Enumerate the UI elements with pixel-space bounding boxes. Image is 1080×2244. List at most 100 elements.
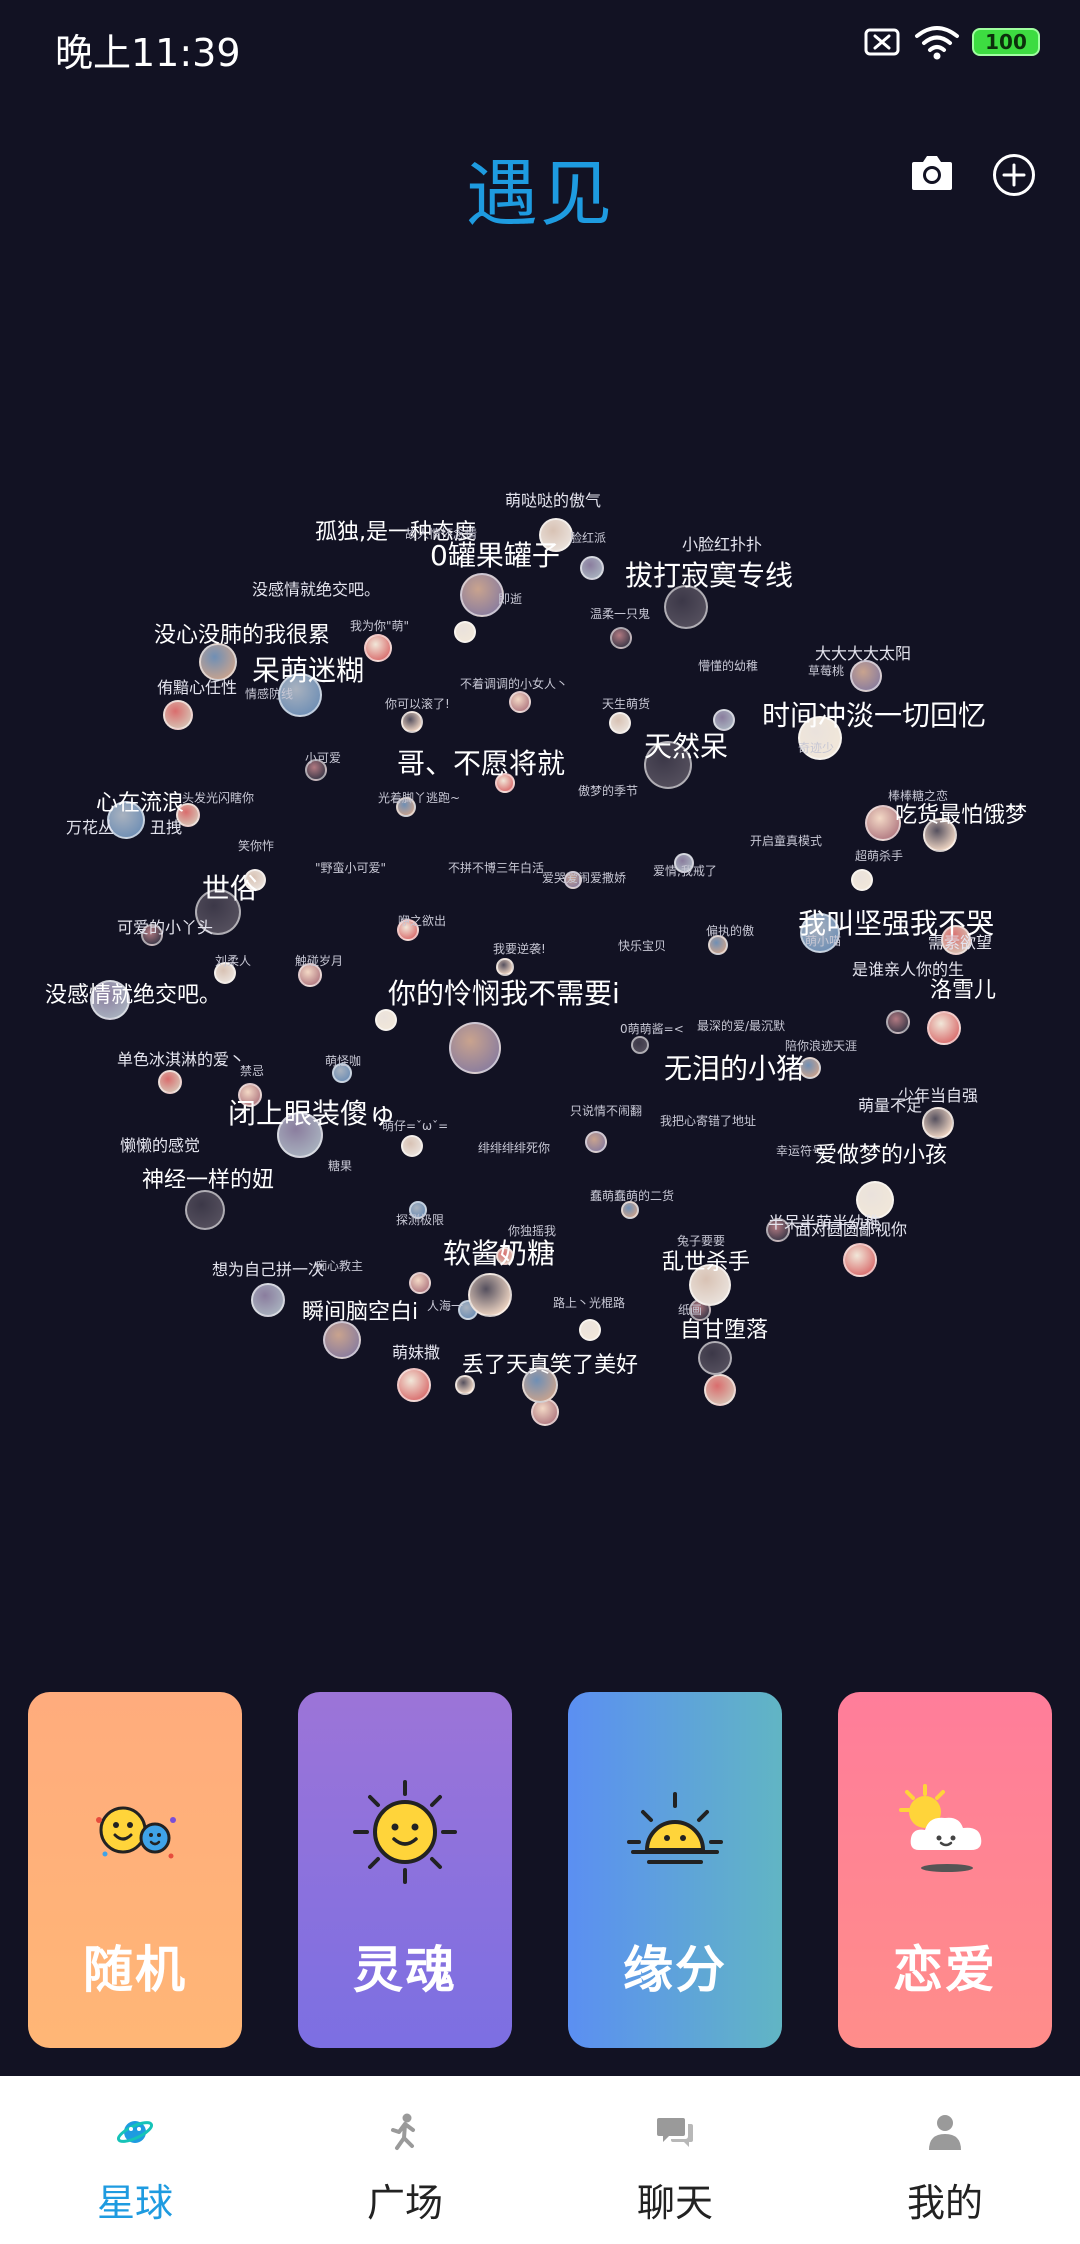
sphere-user-tag[interactable]: 瞬间脑空白i <box>302 1302 418 1324</box>
user-avatar[interactable] <box>496 958 514 976</box>
sphere-user-tag[interactable]: 丑拽 <box>150 820 182 836</box>
user-avatar[interactable] <box>397 1368 431 1402</box>
sphere-user-tag[interactable]: 笑你怍 <box>238 840 274 852</box>
sphere-user-tag[interactable]: 你可以滚了! <box>385 698 450 710</box>
sphere-user-tag[interactable]: 脸红派 <box>570 532 606 544</box>
nav-square[interactable]: 广场 <box>270 2076 540 2244</box>
sphere-user-tag[interactable]: 没感情就绝交吧。 <box>45 985 221 1007</box>
sphere-user-tag[interactable]: 想为自己拼一次 <box>212 1262 324 1278</box>
user-avatar[interactable] <box>631 1036 649 1054</box>
sphere-user-tag[interactable]: 需素欲望 <box>928 935 992 951</box>
sphere-user-tag[interactable]: 萌量不足 <box>858 1098 922 1114</box>
user-avatar[interactable] <box>850 660 882 692</box>
sphere-user-tag[interactable]: 时间冲淡一切回忆 <box>762 702 986 730</box>
sphere-user-tag[interactable]: 拔打寂寞专线 <box>625 562 793 590</box>
user-avatar[interactable] <box>323 1321 361 1359</box>
nav-chat[interactable]: 聊天 <box>540 2076 810 2244</box>
sphere-user-tag[interactable]: 只说情不闹翻 <box>570 1105 642 1117</box>
user-avatar[interactable] <box>251 1283 285 1317</box>
sphere-user-tag[interactable]: 蠢萌蠢萌的二货 <box>590 1190 674 1202</box>
random-match-card[interactable]: 随机 <box>28 1692 242 2048</box>
sphere-user-tag[interactable]: 触碰岁月 <box>295 955 343 967</box>
sphere-user-tag[interactable]: 草莓桃 <box>808 665 844 677</box>
sphere-user-tag[interactable]: 你的怜悯我不需要i <box>388 980 620 1008</box>
sphere-user-tag[interactable]: 傲梦的季节 <box>578 785 638 797</box>
sphere-user-tag[interactable]: 不着调调的小女人丶 <box>460 678 568 690</box>
sphere-user-tag[interactable]: 0罐果罐子 <box>430 542 560 570</box>
sphere-user-tag[interactable]: 丢了天真笑了美好 <box>462 1355 638 1377</box>
sphere-user-tag[interactable]: 萌小喵 <box>805 935 841 947</box>
sphere-user-tag[interactable]: 没心没肺的我很累 <box>154 625 330 647</box>
fate-match-card[interactable]: 缘分 <box>568 1692 782 2048</box>
sphere-user-tag[interactable]: 探测极限 <box>396 1214 444 1226</box>
sphere-user-tag[interactable]: 温柔一只鬼 <box>590 608 650 620</box>
user-avatar[interactable] <box>708 935 728 955</box>
sphere-user-tag[interactable]: 我把心寄错了地址 <box>660 1115 756 1127</box>
sphere-user-tag[interactable]: 萌仔=ˇωˇ= <box>382 1120 448 1132</box>
user-avatar[interactable] <box>199 643 237 681</box>
user-avatar[interactable] <box>401 1135 423 1157</box>
user-avatar[interactable] <box>158 1070 182 1094</box>
sphere-user-tag[interactable]: 洛雪儿 <box>930 980 996 1002</box>
nav-mine[interactable]: 我的 <box>810 2076 1080 2244</box>
sphere-user-tag[interactable]: 是谁亲人你的生 <box>852 962 964 978</box>
user-avatar[interactable] <box>922 1107 954 1139</box>
user-avatar[interactable] <box>704 1374 736 1406</box>
user-avatar[interactable] <box>454 621 476 643</box>
sphere-user-tag[interactable]: 兔子要要 <box>677 1235 725 1247</box>
user-avatar[interactable] <box>509 691 531 713</box>
sphere-user-tag[interactable]: 万花丛 <box>66 820 114 836</box>
sphere-user-tag[interactable]: 咿之欲出 <box>398 915 446 927</box>
user-avatar[interactable] <box>455 1375 475 1395</box>
sphere-user-tag[interactable]: 萌妹撒 <box>392 1345 440 1361</box>
sphere-user-tag[interactable]: 侑黯心任性 <box>157 680 237 696</box>
love-match-card[interactable]: 恋爱 <box>838 1692 1052 2048</box>
camera-icon[interactable] <box>910 152 954 192</box>
sphere-user-tag[interactable]: 禁忌 <box>240 1065 264 1077</box>
sphere-user-tag[interactable]: 开启童真模式 <box>750 835 822 847</box>
sphere-user-tag[interactable]: 自甘堕落 <box>680 1320 768 1342</box>
user-avatar[interactable] <box>927 1011 961 1045</box>
sphere-user-tag[interactable]: 人海一 <box>427 1300 463 1312</box>
sphere-user-tag[interactable]: 棒棒糖之恋 <box>888 790 948 802</box>
sphere-user-tag[interactable]: 我要逆袭! <box>493 943 546 955</box>
sphere-user-tag[interactable]: 天然呆 <box>644 733 728 761</box>
user-avatar[interactable] <box>621 1201 639 1219</box>
sphere-user-tag[interactable]: "野蛮小可爱" <box>315 862 386 874</box>
sphere-user-tag[interactable]: 绯绯绯绯死你 <box>478 1142 550 1154</box>
plus-circle-icon[interactable] <box>992 153 1036 197</box>
sphere-user-tag[interactable]: 不拼不博三年白活 <box>448 862 544 874</box>
user-avatar[interactable] <box>468 1273 512 1317</box>
sphere-user-tag[interactable]: 哥、不愿将就 <box>397 750 565 778</box>
sphere-user-tag[interactable]: 乱世杀手 <box>662 1252 750 1274</box>
sphere-user-tag[interactable]: 吃货最怕饿梦 <box>895 805 1027 827</box>
sphere-user-tag[interactable]: 你独摇我 <box>508 1225 556 1237</box>
sphere-user-tag[interactable]: 0萌萌酱=< <box>620 1023 684 1035</box>
user-avatar[interactable] <box>843 1243 877 1277</box>
sphere-user-tag[interactable]: 没感情就绝交吧。 <box>252 582 380 598</box>
user-avatar[interactable] <box>579 1319 601 1341</box>
sphere-user-tag[interactable]: 最深的爱/最沉默 <box>697 1020 785 1032</box>
sphere-user-tag[interactable]: 纸画 <box>678 1304 702 1316</box>
sphere-user-tag[interactable]: 偏执的傲 <box>706 925 754 937</box>
user-avatar[interactable] <box>185 1190 225 1230</box>
user-avatar[interactable] <box>713 709 735 731</box>
nav-planet[interactable]: 星球 <box>0 2076 270 2244</box>
sphere-user-tag[interactable]: 可爱的小丫头 <box>117 920 213 936</box>
user-sphere[interactable]: 萌哒哒的傲气 孤独,是一种态度 故人情怀念情 0罐果罐子 脸红派 小脸红扑扑 拔打寂寞专线没… <box>0 470 1080 1430</box>
user-avatar[interactable] <box>163 700 193 730</box>
user-avatar[interactable] <box>886 1010 910 1034</box>
sphere-user-tag[interactable]: 痴心教主 <box>315 1260 363 1272</box>
user-avatar[interactable] <box>449 1022 501 1074</box>
sphere-user-tag[interactable]: 光着脚丫逃跑~ <box>378 792 460 804</box>
sphere-user-tag[interactable]: 懒懒的感觉 <box>120 1138 200 1154</box>
sphere-user-tag[interactable]: 无泪的小猪 <box>664 1055 804 1083</box>
soul-match-card[interactable]: 灵魂 <box>298 1692 512 2048</box>
sphere-user-tag[interactable]: 情感防线 <box>245 688 293 700</box>
sphere-user-tag[interactable]: 天生萌货 <box>602 698 650 710</box>
sphere-user-tag[interactable]: 闭上眼装傻ゅ <box>228 1100 396 1128</box>
sphere-user-tag[interactable]: 呆萌迷糊 <box>252 657 364 685</box>
sphere-user-tag[interactable]: 心在流浪 <box>96 793 184 815</box>
user-avatar[interactable] <box>401 711 423 733</box>
user-avatar[interactable] <box>698 1341 732 1375</box>
